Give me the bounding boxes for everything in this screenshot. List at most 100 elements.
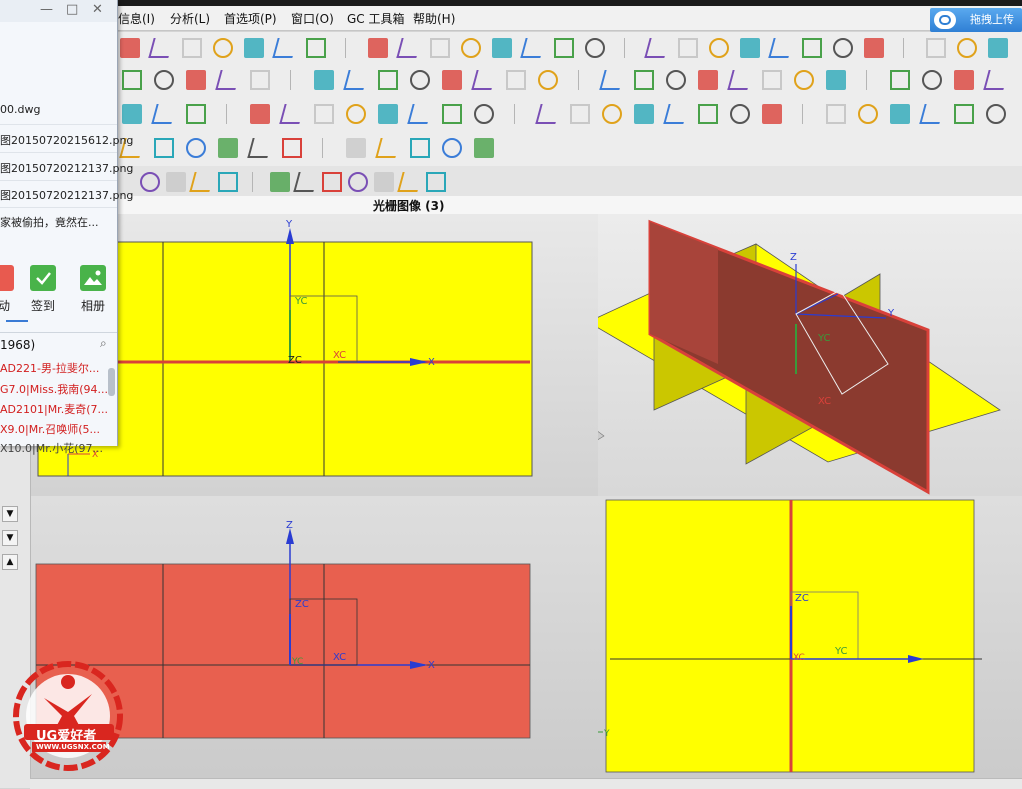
toolbar-tool-icon[interactable]: [833, 38, 853, 58]
toolbar-tool-icon[interactable]: [375, 138, 401, 158]
checkin-icon[interactable]: [30, 265, 56, 291]
file-item[interactable]: 图20150720212137.png: [0, 187, 133, 203]
toolbar-tool-icon[interactable]: [407, 104, 433, 124]
toolbar-tool-icon[interactable]: [538, 70, 558, 90]
toolbar-tool-icon[interactable]: [348, 172, 368, 192]
toolbar-tool-icon[interactable]: [410, 138, 430, 158]
message-preview[interactable]: 家被偷拍，竟然在...: [0, 214, 99, 230]
toolbar-tool-icon[interactable]: [346, 138, 366, 158]
chevron-up-icon[interactable]: ▲: [2, 554, 18, 570]
toolbar-tool-icon[interactable]: [378, 70, 398, 90]
toolbar-tool-icon[interactable]: [396, 38, 422, 58]
toolbar-tool-icon[interactable]: [430, 38, 450, 58]
toolbar-tool-icon[interactable]: [919, 104, 945, 124]
toolbar-tool-icon[interactable]: [794, 70, 814, 90]
toolbar-tool-icon[interactable]: [474, 104, 494, 124]
toolbar-tool-icon[interactable]: [954, 70, 974, 90]
toolbar-tool-icon[interactable]: [727, 70, 753, 90]
toolbar-tool-icon[interactable]: [922, 70, 942, 90]
toolbar-tool-icon[interactable]: [492, 38, 512, 58]
scrollbar-thumb[interactable]: [108, 368, 115, 396]
toolbar-tool-icon[interactable]: [306, 38, 326, 58]
toolbar-tool-icon[interactable]: [730, 104, 750, 124]
toolbar-tool-icon[interactable]: [272, 38, 298, 58]
member-item[interactable]: X10.0|Mr.小花(97...: [0, 440, 103, 456]
toolbar-tool-icon[interactable]: [442, 138, 462, 158]
toolbar-tool-icon[interactable]: [554, 38, 574, 58]
menu-help[interactable]: 帮助(H): [413, 10, 455, 27]
toolbar-tool-icon[interactable]: [122, 70, 142, 90]
toolbar-tool-icon[interactable]: [378, 104, 398, 124]
menu-window[interactable]: 窗口(O): [291, 10, 334, 27]
search-icon[interactable]: ⌕: [100, 336, 107, 351]
menu-info[interactable]: 信息(I): [118, 10, 155, 27]
toolbar-tool-icon[interactable]: [602, 104, 622, 124]
toolbar-tool-icon[interactable]: [215, 70, 241, 90]
toolbar-tool-icon[interactable]: [666, 70, 686, 90]
toolbar-tool-icon[interactable]: [442, 70, 462, 90]
toolbar-tool-icon[interactable]: [986, 104, 1006, 124]
toolbar-tool-icon[interactable]: [182, 38, 202, 58]
toolbar-tool-icon[interactable]: [957, 38, 977, 58]
toolbar-tool-icon[interactable]: [218, 138, 238, 158]
toolbar-tool-icon[interactable]: [535, 104, 561, 124]
toolbar-tool-icon[interactable]: [644, 38, 670, 58]
toolbar-tool-icon[interactable]: [122, 104, 142, 124]
toolbar-tool-icon[interactable]: [244, 38, 264, 58]
viewport-top-right[interactable]: Z Y YC XC Z: [598, 214, 1022, 496]
toolbar-tool-icon[interactable]: [186, 70, 206, 90]
chevron-down-icon[interactable]: ▼: [2, 530, 18, 546]
chevron-down-icon[interactable]: ▼: [2, 506, 18, 522]
file-item[interactable]: 00.dwg: [0, 103, 40, 116]
toolbar-tool-icon[interactable]: [374, 172, 394, 192]
toolbar-tool-icon[interactable]: [346, 104, 366, 124]
toolbar-tool-icon[interactable]: [634, 104, 654, 124]
toolbar-tool-icon[interactable]: [663, 104, 689, 124]
toolbar-tool-icon[interactable]: [520, 38, 546, 58]
toolbar-tool-icon[interactable]: [678, 38, 698, 58]
close-icon[interactable]: ✕: [92, 2, 103, 17]
upload-button[interactable]: 拖拽上传: [930, 8, 1022, 32]
toolbar-tool-icon[interactable]: [826, 104, 846, 124]
toolbar-tool-icon[interactable]: [762, 70, 782, 90]
toolbar-tool-icon[interactable]: [322, 172, 342, 192]
toolbar-tool-icon[interactable]: [890, 104, 910, 124]
toolbar-tool-icon[interactable]: [698, 70, 718, 90]
toolbar-tool-icon[interactable]: [368, 38, 388, 58]
toolbar-tool-icon[interactable]: [120, 38, 140, 58]
toolbar-tool-icon[interactable]: [218, 172, 238, 192]
album-icon[interactable]: [80, 265, 106, 291]
toolbar-tool-icon[interactable]: [314, 70, 334, 90]
app-icon[interactable]: [0, 265, 14, 291]
toolbar-tool-icon[interactable]: [279, 104, 305, 124]
toolbar-tool-icon[interactable]: [634, 70, 654, 90]
menu-gc-toolbox[interactable]: GC 工具箱: [347, 10, 405, 27]
toolbar-tool-icon[interactable]: [186, 104, 206, 124]
toolbar-tool-icon[interactable]: [250, 104, 270, 124]
toolbar-tool-icon[interactable]: [926, 38, 946, 58]
toolbar-tool-icon[interactable]: [709, 38, 729, 58]
toolbar-tool-icon[interactable]: [740, 38, 760, 58]
toolbar-tool-icon[interactable]: [397, 172, 423, 192]
toolbar-tool-icon[interactable]: [343, 70, 369, 90]
toolbar-tool-icon[interactable]: [140, 172, 160, 192]
toolbar-tool-icon[interactable]: [213, 38, 233, 58]
toolbar-tool-icon[interactable]: [474, 138, 494, 158]
toolbar-tool-icon[interactable]: [988, 38, 1008, 58]
member-item[interactable]: AD2101|Mr.麦奇(7...: [0, 401, 108, 417]
toolbar-tool-icon[interactable]: [154, 70, 174, 90]
file-item[interactable]: 图20150720215612.png: [0, 132, 133, 148]
minimize-icon[interactable]: —: [40, 2, 53, 17]
toolbar-tool-icon[interactable]: [293, 172, 319, 192]
maximize-icon[interactable]: □: [66, 2, 78, 17]
toolbar-tool-icon[interactable]: [148, 38, 174, 58]
toolbar-tool-icon[interactable]: [471, 70, 497, 90]
toolbar-tool-icon[interactable]: [166, 172, 186, 192]
member-item[interactable]: X9.0|Mr.召唤师(5...: [0, 421, 100, 437]
toolbar-tool-icon[interactable]: [186, 138, 206, 158]
member-item[interactable]: G7.0|Miss.我南(94...: [0, 381, 108, 397]
toolbar-tool-icon[interactable]: [270, 172, 290, 192]
toolbar-tool-icon[interactable]: [585, 38, 605, 58]
toolbar-tool-icon[interactable]: [983, 70, 1009, 90]
menu-analysis[interactable]: 分析(L): [170, 10, 210, 27]
